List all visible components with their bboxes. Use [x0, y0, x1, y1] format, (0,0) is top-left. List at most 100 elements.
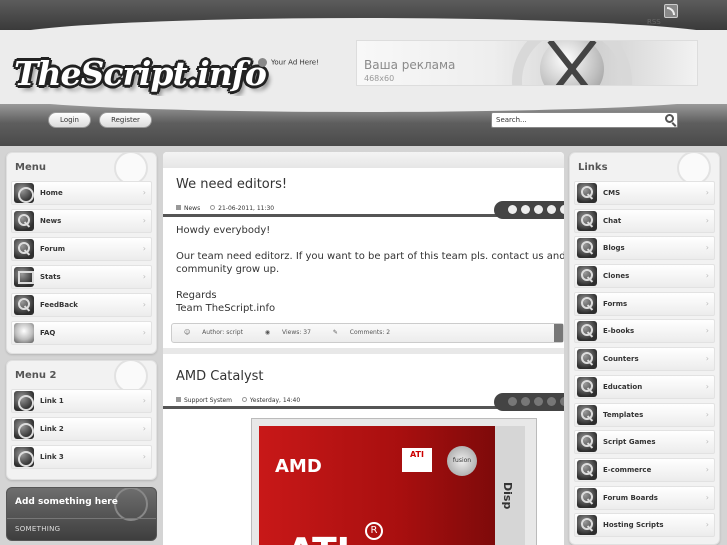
post-footer: ☺ Author: script ◉ Views: 37 ✎ Comments:… — [171, 323, 564, 343]
post-author[interactable]: ☺ Author: script — [184, 329, 253, 336]
post-views: ◉ Views: 37 — [265, 329, 321, 336]
product-box: AMD ATI fusion R ATI — [259, 426, 495, 545]
link-item-script-games[interactable]: Script Games — [574, 430, 715, 455]
magnifier-icon — [577, 376, 597, 397]
rating-star-icon[interactable] — [508, 205, 517, 214]
monitor-icon — [14, 267, 34, 287]
fusion-badge: fusion — [447, 446, 477, 476]
link-label: Counters — [603, 355, 639, 364]
menu-item-feedback[interactable]: FeedBack — [11, 293, 152, 317]
ad-here-link[interactable]: Your Ad Here! — [258, 58, 319, 67]
post-title[interactable]: AMD Catalyst — [176, 369, 264, 384]
post-divider — [163, 348, 564, 354]
rating-star-icon[interactable] — [521, 397, 530, 406]
post-date: 21-06-2011, 11:30 — [210, 205, 274, 212]
comment-icon: ✎ — [332, 329, 340, 336]
rating-star-icon[interactable] — [560, 205, 564, 214]
link-item-ebooks[interactable]: E-books — [574, 319, 715, 344]
link-label: Hosting Scripts — [603, 521, 664, 530]
magnifier-icon — [577, 183, 597, 203]
link-label: Chat — [603, 216, 622, 225]
menu2-item-link-1[interactable]: Link 1 — [11, 389, 152, 413]
promo-link[interactable]: SOMETHING — [7, 518, 156, 540]
rss-icon[interactable] — [664, 4, 678, 18]
amd-logo: AMD — [275, 456, 322, 477]
magnifier-icon — [577, 321, 597, 342]
links-title: Links — [570, 153, 719, 185]
register-button[interactable]: Register — [99, 112, 152, 128]
film-reel-icon — [14, 419, 34, 439]
search-input[interactable]: Search... — [491, 112, 678, 128]
search-icon[interactable] — [665, 114, 674, 123]
post-title[interactable]: We need editors! — [176, 177, 287, 192]
magnifier-icon — [577, 432, 597, 453]
link-item-clones[interactable]: Clones — [574, 264, 715, 289]
menu-item-news[interactable]: News — [11, 209, 152, 233]
link-item-blogs[interactable]: Blogs — [574, 236, 715, 261]
link-label: Forum Boards — [603, 493, 658, 502]
body-gap — [176, 276, 564, 289]
link-label: E-books — [603, 327, 635, 336]
magnifier-icon — [577, 404, 597, 425]
film-reel-icon — [14, 183, 34, 203]
clock-icon — [210, 205, 216, 210]
category-link[interactable]: Support System — [176, 397, 232, 404]
link-item-education[interactable]: Education — [574, 374, 715, 399]
menu-item-faq[interactable]: FAQ — [11, 321, 152, 345]
eye-icon: ◉ — [264, 329, 272, 336]
link-item-hosting-scripts[interactable]: Hosting Scripts — [574, 513, 715, 538]
meta-blob — [494, 201, 564, 219]
rating-star-icon[interactable] — [534, 205, 543, 214]
folder-icon — [176, 205, 181, 210]
rating-star-icon[interactable] — [547, 397, 556, 406]
date-label: 21-06-2011, 11:30 — [218, 205, 275, 212]
rating-star-icon[interactable] — [508, 397, 517, 406]
link-item-templates[interactable]: Templates — [574, 402, 715, 427]
link-item-forum-boards[interactable]: Forum Boards — [574, 485, 715, 510]
rating-star-icon[interactable] — [521, 205, 530, 214]
post-meta-bar: News 21-06-2011, 11:30 — [163, 201, 564, 219]
link-item-chat[interactable]: Chat — [574, 208, 715, 233]
rating-star-icon[interactable] — [560, 397, 564, 406]
menu2-item-link-2[interactable]: Link 2 — [11, 417, 152, 441]
clock-icon — [241, 397, 247, 402]
login-button[interactable]: Login — [48, 112, 91, 128]
link-item-counters[interactable]: Counters — [574, 347, 715, 372]
rating-star-icon[interactable] — [547, 205, 556, 214]
category-link[interactable]: News — [176, 205, 200, 212]
post-comments[interactable]: ✎ Comments: 2 — [333, 329, 400, 336]
magnifier-icon — [14, 211, 34, 231]
menu-title-text: Menu — [15, 162, 46, 173]
menu-item-stats[interactable]: Stats — [11, 265, 152, 289]
menu-item-forum[interactable]: Forum — [11, 237, 152, 261]
ati-wordmark: ATI — [287, 531, 350, 545]
views-label: Views: 37 — [282, 329, 311, 336]
meta-blob — [494, 393, 564, 411]
menu-item-home[interactable]: Home — [11, 181, 152, 205]
ad-here-label: Your Ad Here! — [271, 58, 319, 67]
link-item-forms[interactable]: Forms — [574, 291, 715, 316]
body-gap — [176, 237, 564, 250]
rating-star-icon[interactable] — [534, 397, 543, 406]
links-box: Links CMS Chat Blogs Clones Forms E-book… — [569, 152, 720, 545]
film-reel-icon — [14, 447, 34, 467]
banner-title: Ваша реклама — [364, 58, 456, 72]
link-item-ecommerce[interactable]: E-commerce — [574, 457, 715, 482]
menu2-item-link-3[interactable]: Link 3 — [11, 445, 152, 469]
body-line: community grow up. — [176, 264, 280, 275]
ad-banner[interactable]: Ваша реклама 468x60 — [356, 40, 698, 86]
link-item-cms[interactable]: CMS — [574, 181, 715, 205]
link-label: E-commerce — [603, 465, 652, 474]
site-logo[interactable]: TheScript.info — [14, 54, 267, 93]
magnifier-icon — [577, 487, 597, 508]
menu2-item-label: Link 2 — [40, 425, 64, 433]
rss-label[interactable]: RSS — [647, 18, 661, 26]
menu2-title: Menu 2 — [7, 361, 156, 393]
xbox-logo-icon — [540, 41, 604, 85]
magnifier-icon — [577, 459, 597, 480]
menu-item-label: News — [40, 217, 62, 225]
menu-item-label: Stats — [40, 273, 61, 281]
film-reel-icon — [14, 391, 34, 411]
post-image[interactable]: AMD ATI fusion R ATI Disp — [251, 418, 537, 545]
menu-item-label: Forum — [40, 245, 66, 253]
